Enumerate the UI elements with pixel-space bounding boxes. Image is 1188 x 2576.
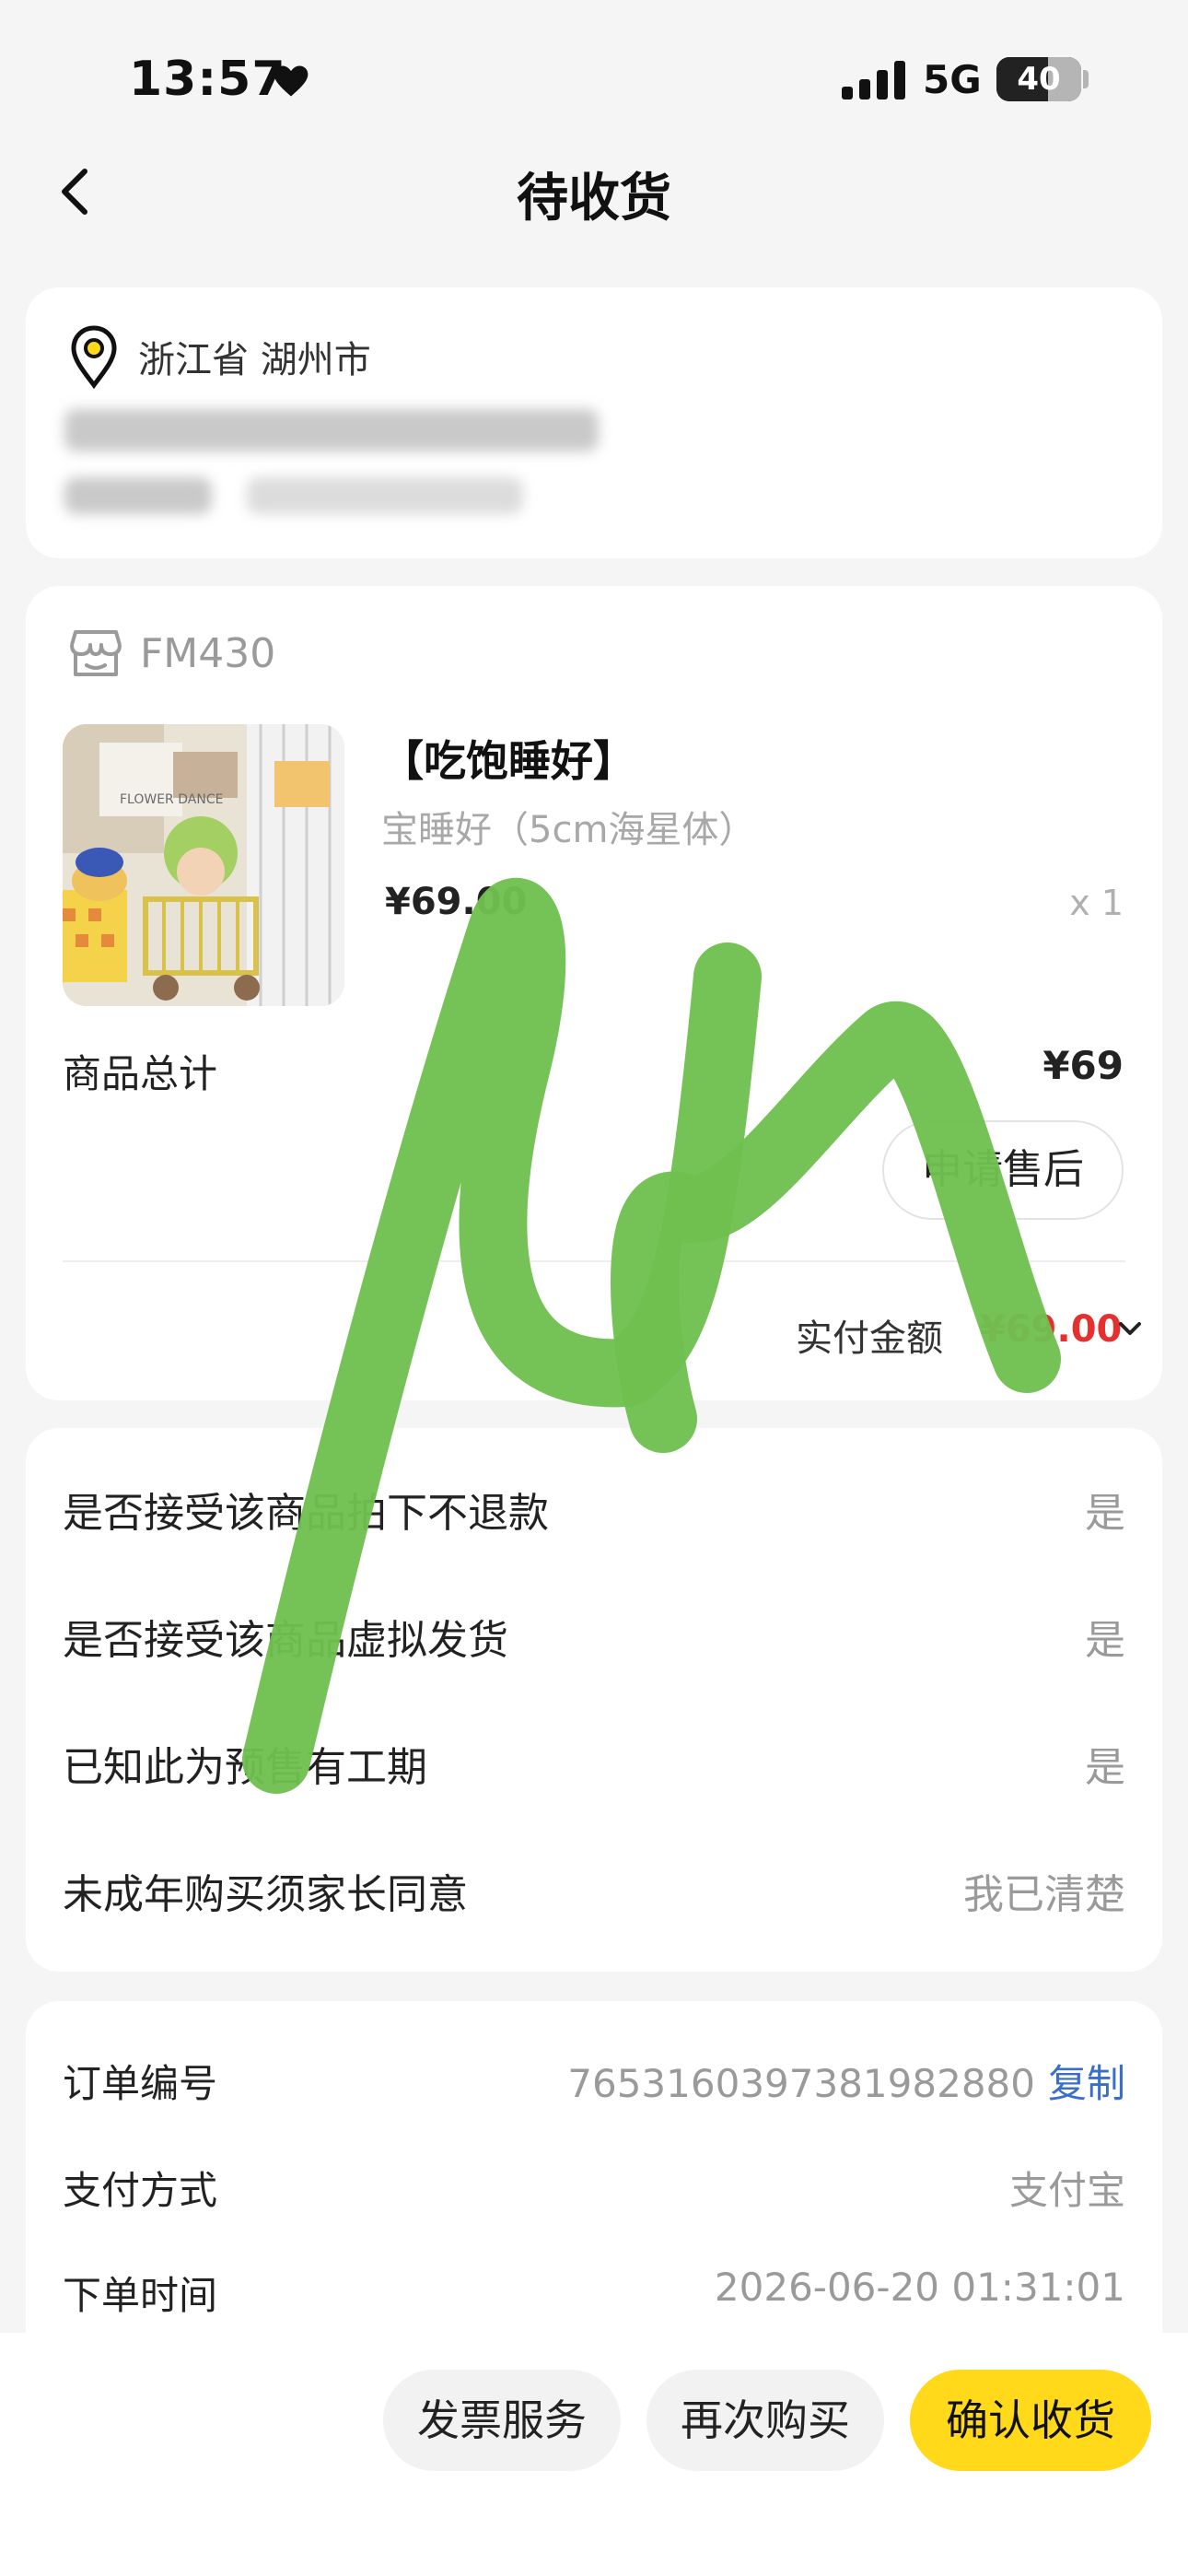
battery-level: 40	[1017, 61, 1061, 98]
order-time-label: 下单时间	[63, 2273, 218, 2318]
thumbnail-caption: FLOWER DANCE	[120, 792, 223, 807]
order-number-value: 7653160397381982880	[567, 2061, 1035, 2106]
rebuy-button[interactable]: 再次购买	[646, 2370, 884, 2471]
order-number-row: 订单编号 7653160397381982880 复制	[63, 2053, 1125, 2108]
invoice-button[interactable]: 发票服务	[383, 2370, 621, 2471]
order-time-value: 2026-06-20 01:31:01	[714, 2265, 1125, 2310]
store-icon	[70, 630, 122, 676]
order-number-label: 订单编号	[63, 2061, 218, 2106]
term-row: 未成年购买须家长同意 我已清楚	[63, 1861, 1125, 1918]
payment-method-label: 支付方式	[63, 2168, 218, 2213]
network-label: 5G	[923, 57, 982, 102]
address-card[interactable]: 浙江省 湖州市	[26, 287, 1162, 558]
status-time: 13:57	[129, 52, 286, 107]
copy-button[interactable]: 复制	[1048, 2061, 1125, 2106]
product-card: FM430 FLOWER DANCE 【吃饱睡好】 宝睡好（5cm海星体） ¥6…	[26, 586, 1162, 1400]
payment-method-row: 支付方式 支付宝	[63, 2160, 1125, 2215]
total-value: ¥69	[1042, 1043, 1124, 1088]
confirm-receipt-button[interactable]: 确认收货	[910, 2370, 1151, 2471]
order-time-row: 下单时间 2026-06-20 01:31:01	[63, 2265, 1125, 2320]
term-label: 是否接受该商品虚拟发货	[63, 1617, 508, 1664]
product-price: ¥69.00	[385, 881, 528, 923]
bottom-action-bar: 发票服务 再次购买 确认收货	[0, 2333, 1188, 2576]
recipient-name-redacted	[64, 477, 212, 514]
term-row: 是否接受该商品虚拟发货 是	[63, 1607, 1125, 1664]
term-label: 是否接受该商品拍下不退款	[63, 1490, 549, 1537]
after-sale-button[interactable]: 申请售后	[882, 1120, 1124, 1220]
location-pin-icon	[71, 325, 117, 389]
home-indicator	[0, 2558, 1188, 2576]
term-value: 是	[1085, 1490, 1125, 1537]
total-label: 商品总计	[63, 1051, 218, 1096]
term-value: 我已清楚	[963, 1871, 1125, 1918]
product-variant: 宝睡好（5cm海星体）	[381, 809, 756, 851]
payment-method-value: 支付宝	[1008, 2168, 1125, 2213]
order-number-value-group: 7653160397381982880 复制	[567, 2053, 1125, 2109]
term-label: 未成年购买须家长同意	[63, 1871, 468, 1918]
address-detail-redacted	[64, 409, 599, 451]
product-quantity: x 1	[1069, 883, 1124, 923]
term-value: 是	[1085, 1744, 1125, 1791]
paid-amount-value: ¥69.00	[980, 1308, 1123, 1351]
term-row: 已知此为预售有工期 是	[63, 1734, 1125, 1791]
purchase-terms-card: 是否接受该商品拍下不退款 是 是否接受该商品虚拟发货 是 已知此为预售有工期 是…	[26, 1428, 1162, 1972]
store-name[interactable]: FM430	[140, 630, 275, 677]
battery-cap	[1083, 70, 1089, 88]
paid-amount-label: 实付金额	[796, 1317, 943, 1360]
battery-icon: 40	[996, 57, 1081, 101]
page-title: 待收货	[517, 169, 671, 228]
product-title[interactable]: 【吃饱睡好】	[381, 728, 635, 789]
term-value: 是	[1085, 1617, 1125, 1664]
chevron-down-icon[interactable]	[1116, 1319, 1144, 1340]
heart-icon	[274, 65, 309, 97]
product-photo: FLOWER DANCE	[63, 724, 344, 1006]
product-thumbnail[interactable]: FLOWER DANCE	[63, 724, 344, 1006]
divider	[63, 1260, 1125, 1262]
term-row: 是否接受该商品拍下不退款 是	[63, 1480, 1125, 1537]
address-region: 浙江省 湖州市	[138, 339, 371, 381]
term-label: 已知此为预售有工期	[63, 1744, 427, 1791]
recipient-phone-redacted	[247, 477, 523, 514]
signal-icon	[842, 61, 905, 100]
